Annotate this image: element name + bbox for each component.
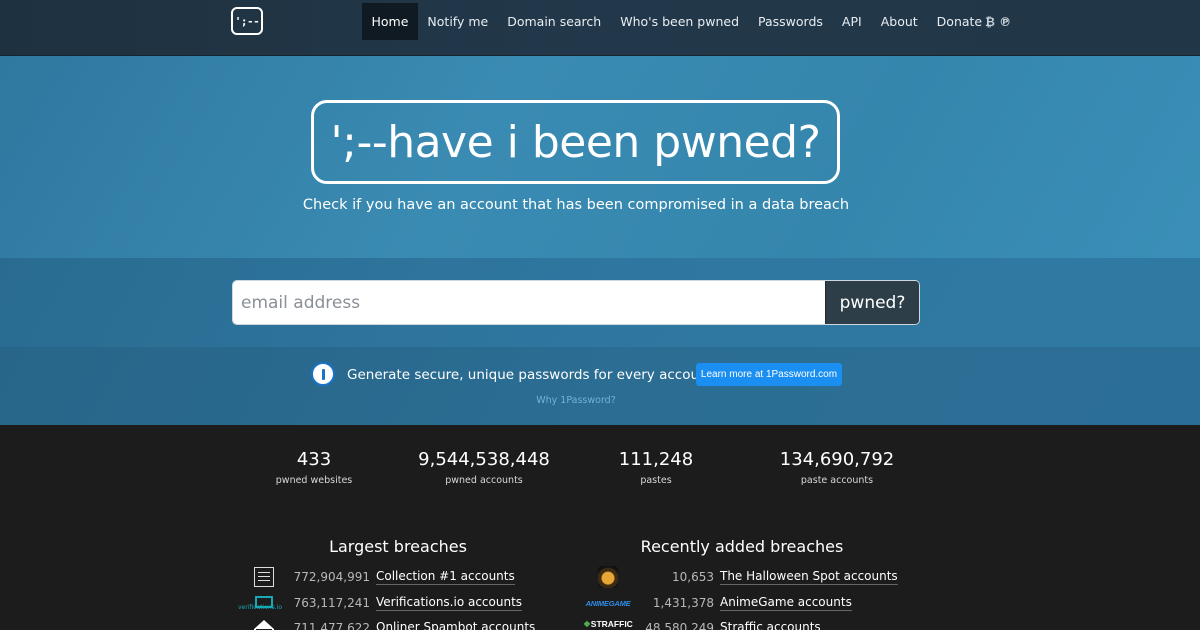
email-input[interactable] <box>233 281 825 324</box>
breach-link[interactable]: Straffic accounts <box>720 620 821 630</box>
recent-breaches-title: Recently added breaches <box>640 537 844 556</box>
verifications-logo-text: verifications.io <box>238 604 282 611</box>
bitcoin-paypal-icon: ₿ ℗ <box>985 14 1012 29</box>
stat-pastes: 111,248 pastes <box>619 449 693 486</box>
animegame-logo: ANIMEGAME <box>580 593 636 613</box>
breach-count: 772,904,991 <box>293 570 370 584</box>
stat-value: 433 <box>296 449 332 470</box>
breach-row: 10,653 The Halloween Spot accounts <box>640 566 898 588</box>
nav-item-passwords[interactable]: Passwords <box>749 3 833 40</box>
stat-value: 111,248 <box>618 449 694 470</box>
breach-row: 1,431,378 AnimeGame accounts <box>640 592 852 614</box>
breach-link[interactable]: AnimeGame accounts <box>720 595 852 611</box>
envelope-icon: verifications.io <box>238 590 285 614</box>
breach-link[interactable]: The Halloween Spot accounts <box>720 569 898 585</box>
nav-menu: Home Notify me Domain search Who's been … <box>362 3 1021 40</box>
breach-link[interactable]: Onliner Spambot accounts <box>376 620 535 630</box>
nav-item-donate[interactable]: Donate ₿ ℗ <box>927 3 1020 40</box>
document-icon <box>253 566 275 588</box>
search-form: pwned? <box>232 280 920 325</box>
stat-pwned-accounts: 9,544,538,448 pwned accounts <box>418 449 550 486</box>
straffic-logo: STRAFFIC <box>578 619 638 630</box>
stat-value: 9,544,538,448 <box>418 449 550 470</box>
site-logo[interactable]: ';-- <box>231 7 263 35</box>
stat-label: pastes <box>640 475 672 486</box>
promo-text: Generate secure, unique passwords for ev… <box>347 367 713 383</box>
breach-count: 763,117,241 <box>293 596 370 610</box>
nav-item-api[interactable]: API <box>832 3 871 40</box>
nav-item-whos-been-pwned[interactable]: Who's been pwned <box>611 3 749 40</box>
pwned-button[interactable]: pwned? <box>825 281 919 324</box>
stat-label: pwned websites <box>275 475 353 486</box>
stat-value: 134,690,792 <box>779 449 895 470</box>
nav-item-about[interactable]: About <box>871 3 927 40</box>
donate-label: Donate <box>936 14 983 29</box>
why-1password-link[interactable]: Why 1Password? <box>0 395 1152 406</box>
breach-row: 763,117,241 Verifications.io accounts <box>290 592 523 614</box>
pumpkin-icon <box>597 565 619 589</box>
page-title: ';--have i been pwned? <box>311 100 840 184</box>
stat-paste-accounts: 134,690,792 paste accounts <box>780 449 895 486</box>
breach-count: 48,580,249 <box>645 621 714 630</box>
breach-count: 1,431,378 <box>652 596 714 610</box>
straffic-logo-text: STRAFFIC <box>583 619 633 630</box>
largest-breaches-title: Largest breaches <box>329 537 467 556</box>
stat-label: paste accounts <box>800 475 874 486</box>
breach-row: 772,904,991 Collection #1 accounts <box>290 566 515 588</box>
stat-pwned-websites: 433 pwned websites <box>276 449 352 486</box>
navbar: ';-- Home Notify me Domain search Who's … <box>0 0 1200 56</box>
breach-row: 48,580,249 Straffic accounts <box>640 617 821 630</box>
breach-count: 711,477,622 <box>293 621 370 630</box>
nav-item-home[interactable]: Home <box>362 3 418 40</box>
promo-section: Generate secure, unique passwords for ev… <box>0 347 1200 425</box>
hero-section: ';--have i been pwned? Check if you have… <box>0 56 1200 258</box>
nav-item-domain-search[interactable]: Domain search <box>498 3 611 40</box>
pentagon-icon <box>253 620 275 630</box>
search-section: pwned? <box>0 258 1200 347</box>
learn-more-button[interactable]: Learn more at 1Password.com <box>696 363 842 386</box>
page-subtitle: Check if you have an account that has be… <box>302 197 850 213</box>
nav-item-notify-me[interactable]: Notify me <box>418 3 498 40</box>
stat-label: pwned accounts <box>445 475 523 486</box>
breach-link[interactable]: Collection #1 accounts <box>376 569 515 585</box>
1password-logo-icon <box>311 362 335 386</box>
animegame-logo-text: ANIMEGAME <box>585 598 631 608</box>
breach-row: 711,477,622 Onliner Spambot accounts <box>290 617 536 630</box>
breach-count: 10,653 <box>672 570 714 584</box>
breach-link[interactable]: Verifications.io accounts <box>376 595 523 611</box>
